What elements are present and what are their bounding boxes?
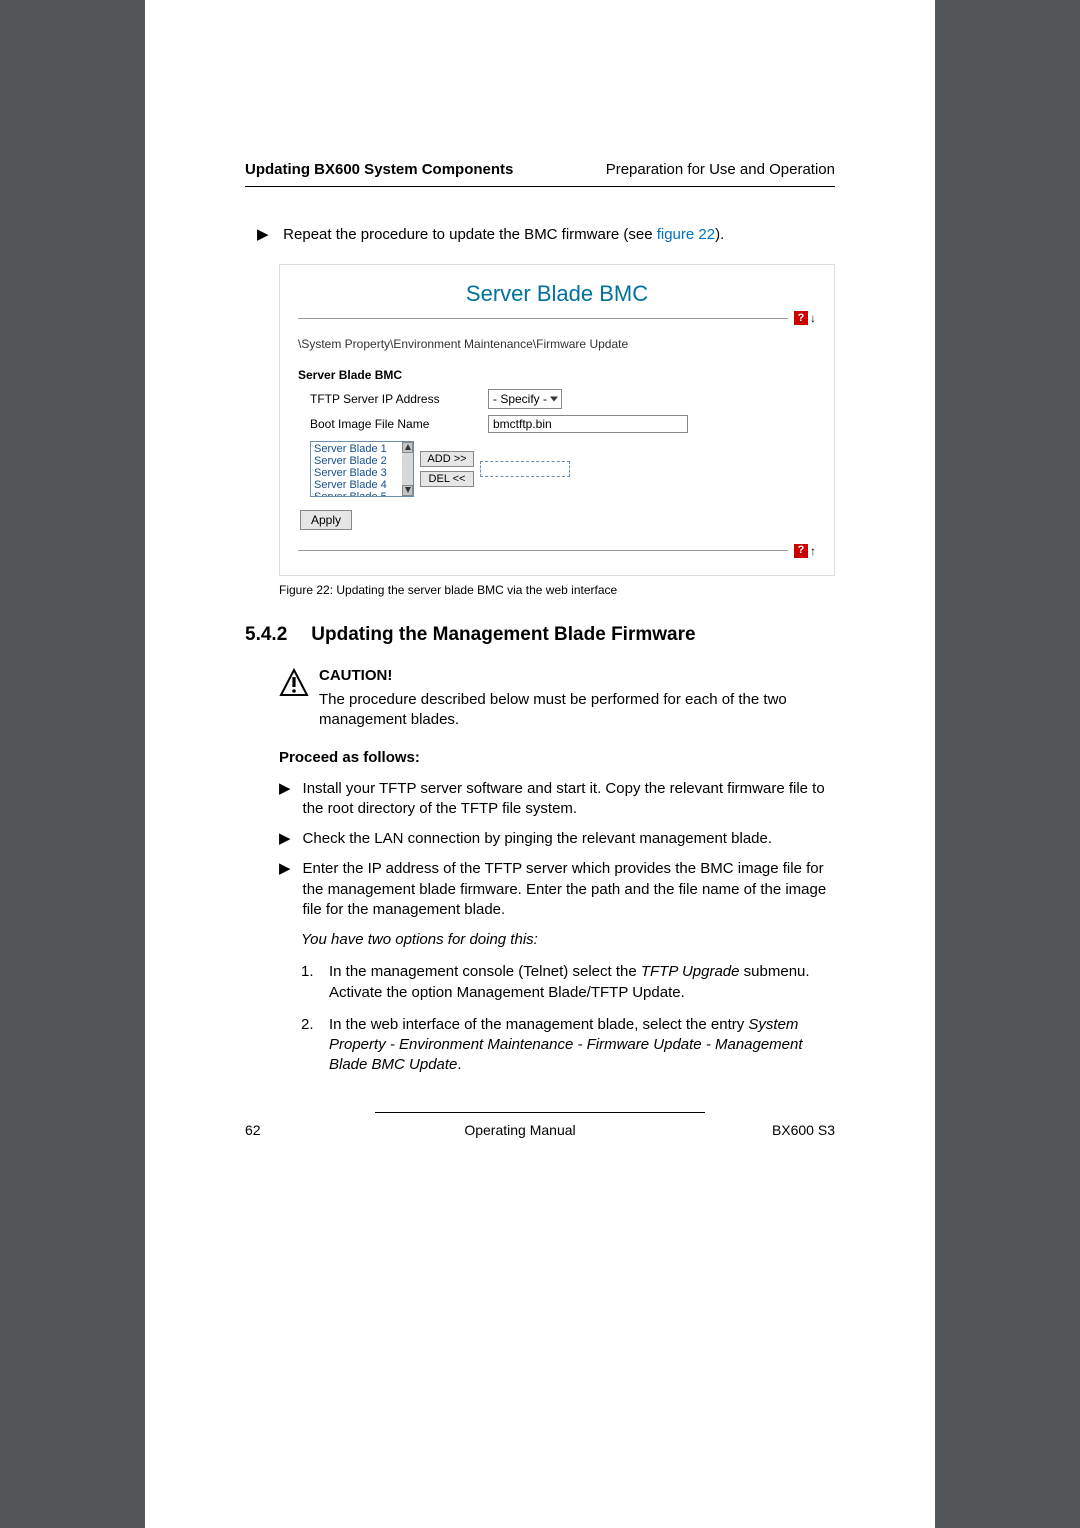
help-badge-bottom[interactable]: ? ↑: [794, 543, 816, 559]
intro-text-b: ).: [715, 226, 724, 243]
available-blades-listbox[interactable]: Server Blade 1 Server Blade 2 Server Bla…: [310, 441, 414, 497]
add-button[interactable]: ADD >>: [420, 451, 474, 467]
footer-center: Operating Manual: [305, 1121, 735, 1140]
header-left: Updating BX600 System Components: [245, 160, 513, 180]
figure-caption: Figure 22: Updating the server blade BMC…: [279, 582, 835, 598]
bullet-triangle-icon: ▶: [279, 779, 291, 820]
bullet-triangle-icon: ▶: [279, 829, 291, 849]
list-number: 2.: [301, 1015, 319, 1076]
scroll-up-icon[interactable]: [402, 442, 413, 453]
figure-title: Server Blade BMC: [298, 279, 816, 309]
list-item: ▶ Check the LAN connection by pinging th…: [279, 829, 835, 849]
ip-select[interactable]: - Specify -: [488, 389, 562, 409]
picker-button-column: ADD >> DEL <<: [420, 451, 474, 487]
section-heading: 5.4.2 Updating the Management Blade Firm…: [245, 622, 835, 648]
section-number: 5.4.2: [245, 622, 287, 648]
intro-paragraph: ▶ Repeat the procedure to update the BMC…: [279, 225, 835, 245]
option-2-text: In the web interface of the management b…: [329, 1015, 835, 1076]
proceed-heading: Proceed as follows:: [279, 748, 835, 768]
figure-section-label: Server Blade BMC: [298, 367, 816, 383]
arrow-down-icon: ↓: [810, 310, 816, 326]
list-item[interactable]: Server Blade 3: [312, 467, 412, 479]
list-item: 1. In the management console (Telnet) se…: [301, 962, 835, 1003]
list-item[interactable]: Server Blade 4: [312, 479, 412, 491]
file-row: Boot Image File Name: [298, 415, 816, 433]
ip-row: TFTP Server IP Address - Specify -: [298, 389, 816, 409]
listbox-scrollbar[interactable]: [402, 442, 413, 496]
dual-list-picker: Server Blade 1 Server Blade 2 Server Bla…: [310, 441, 816, 497]
arrow-up-icon: ↑: [810, 543, 816, 559]
caution-icon: [279, 668, 309, 731]
list-number: 1.: [301, 962, 319, 1003]
scroll-down-icon[interactable]: [402, 485, 413, 496]
option-1-text: In the management console (Telnet) selec…: [329, 962, 835, 1003]
document-page: Updating BX600 System Components Prepara…: [145, 0, 935, 1528]
caution-block: CAUTION! The procedure described below m…: [279, 666, 835, 731]
figure-top-rule: ? ↓: [298, 310, 816, 326]
page-number: 62: [245, 1121, 305, 1140]
step-text: Check the LAN connection by pinging the …: [303, 829, 772, 849]
figure-frame: Server Blade BMC ? ↓ \System Property\En…: [279, 264, 835, 576]
bullet-triangle-icon: ▶: [257, 225, 279, 245]
list-item[interactable]: Server Blade 1: [312, 443, 412, 455]
list-item[interactable]: Server Blade 5: [312, 491, 412, 497]
caution-label: CAUTION!: [319, 666, 835, 686]
ip-label: TFTP Server IP Address: [298, 391, 488, 407]
file-name-input[interactable]: [488, 415, 688, 433]
help-badge-top[interactable]: ? ↓: [794, 310, 816, 326]
running-header: Updating BX600 System Components Prepara…: [245, 160, 835, 187]
help-icon: ?: [794, 311, 808, 325]
figure-bottom-rule: ? ↑: [298, 543, 816, 559]
file-label: Boot Image File Name: [298, 416, 488, 432]
del-button[interactable]: DEL <<: [420, 471, 474, 487]
page-footer: 62 Operating Manual BX600 S3: [245, 1112, 835, 1140]
intro-text-a: Repeat the procedure to update the BMC f…: [283, 226, 657, 243]
header-right: Preparation for Use and Operation: [606, 160, 835, 180]
selected-blades-listbox[interactable]: [480, 461, 570, 477]
list-item[interactable]: Server Blade 2: [312, 455, 412, 467]
bullet-triangle-icon: ▶: [279, 859, 291, 920]
list-item: ▶ Install your TFTP server software and …: [279, 779, 835, 820]
step-text: Enter the IP address of the TFTP server …: [303, 859, 835, 920]
list-item: ▶ Enter the IP address of the TFTP serve…: [279, 859, 835, 920]
caution-body: The procedure described below must be pe…: [319, 690, 835, 731]
apply-button[interactable]: Apply: [300, 510, 352, 530]
footer-right: BX600 S3: [735, 1121, 835, 1140]
list-item: 2. In the web interface of the managemen…: [301, 1015, 835, 1076]
figure-crossref-link[interactable]: figure 22: [657, 226, 715, 243]
options-list: 1. In the management console (Telnet) se…: [301, 962, 835, 1075]
options-lead: You have two options for doing this:: [301, 930, 835, 950]
section-title: Updating the Management Blade Firmware: [311, 622, 695, 648]
footer-rule: [375, 1112, 705, 1113]
tftp-upgrade-menu-name: TFTP Upgrade: [641, 963, 740, 980]
caution-text: CAUTION! The procedure described below m…: [319, 666, 835, 731]
breadcrumb: \System Property\Environment Maintenance…: [298, 336, 816, 352]
step-text: Install your TFTP server software and st…: [303, 779, 835, 820]
help-icon: ?: [794, 544, 808, 558]
procedure-list: ▶ Install your TFTP server software and …: [279, 779, 835, 921]
